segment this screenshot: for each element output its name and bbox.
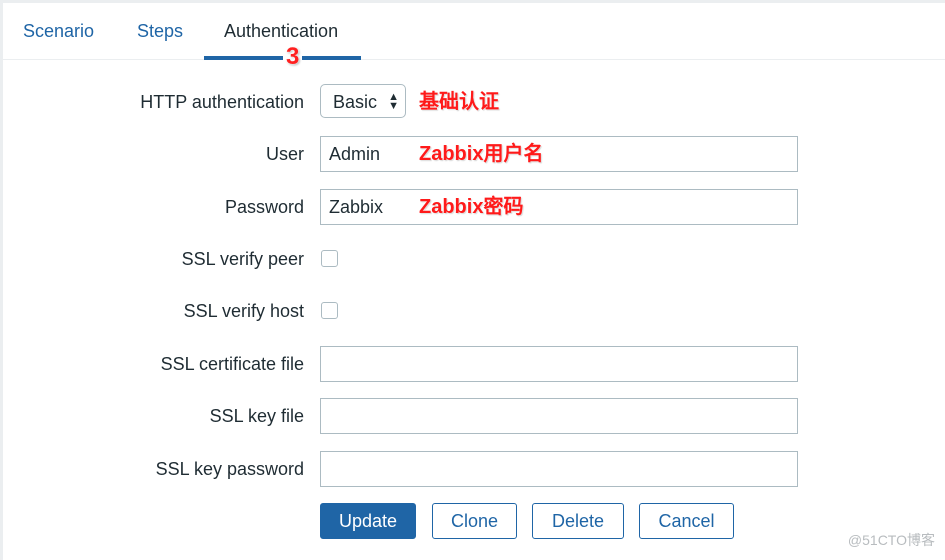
password-input[interactable]: Zabbix: [320, 189, 798, 225]
ssl-key-file-input[interactable]: [320, 398, 798, 434]
ssl-key-password-label: SSL key password: [155, 459, 304, 479]
ssl-verify-host-checkbox[interactable]: [321, 302, 338, 319]
password-label: Password: [224, 197, 304, 217]
row-password: Password Zabbix Zabbix密码: [3, 189, 945, 225]
http-auth-annotation: 基础认证: [419, 91, 499, 113]
row-ssl-key-file: SSL key file: [3, 398, 945, 434]
step-annotation: 3: [283, 43, 303, 71]
ssl-verify-peer-checkbox[interactable]: [321, 250, 338, 267]
page: Scenario Steps Authentication 3 HTTP aut…: [3, 3, 945, 560]
ssl-verify-host-label: SSL verify host: [183, 301, 304, 321]
user-label: User: [265, 144, 304, 164]
row-ssl-certificate-file: SSL certificate file: [3, 346, 945, 382]
clone-button[interactable]: Clone: [432, 503, 517, 539]
row-user: User Admin Zabbix用户名: [3, 136, 945, 172]
update-button[interactable]: Update: [320, 503, 416, 539]
ssl-key-password-input[interactable]: [320, 451, 798, 487]
select-arrows-icon: ▲ ▼: [388, 91, 399, 112]
http-authentication-label: HTTP authentication: [140, 92, 304, 112]
tab-scenario[interactable]: Scenario: [23, 21, 94, 42]
password-annotation: Zabbix密码: [419, 196, 524, 218]
ssl-certificate-file-label: SSL certificate file: [160, 354, 304, 374]
row-ssl-verify-host: SSL verify host: [3, 293, 945, 329]
row-ssl-key-password: SSL key password: [3, 451, 945, 487]
ssl-certificate-file-input[interactable]: [320, 346, 798, 382]
delete-button[interactable]: Delete: [532, 503, 624, 539]
tab-bar: Scenario Steps Authentication 3: [3, 3, 945, 71]
password-value: Zabbix: [329, 197, 384, 217]
row-ssl-verify-peer: SSL verify peer: [3, 241, 945, 277]
user-input[interactable]: Admin: [320, 136, 798, 172]
watermark: @51CTO博客: [847, 532, 935, 548]
ssl-verify-peer-label: SSL verify peer: [181, 249, 304, 269]
tab-steps[interactable]: Steps: [137, 21, 183, 42]
user-value: Admin: [329, 144, 381, 164]
http-authentication-value: Basic: [333, 92, 378, 112]
row-http-authentication: HTTP authentication Basic ▲ ▼ 基础认证: [3, 84, 945, 120]
user-annotation: Zabbix用户名: [419, 143, 544, 165]
cancel-button[interactable]: Cancel: [639, 503, 734, 539]
ssl-key-file-label: SSL key file: [209, 406, 304, 426]
http-authentication-select[interactable]: Basic ▲ ▼: [320, 84, 406, 118]
tab-authentication[interactable]: Authentication: [224, 21, 338, 42]
